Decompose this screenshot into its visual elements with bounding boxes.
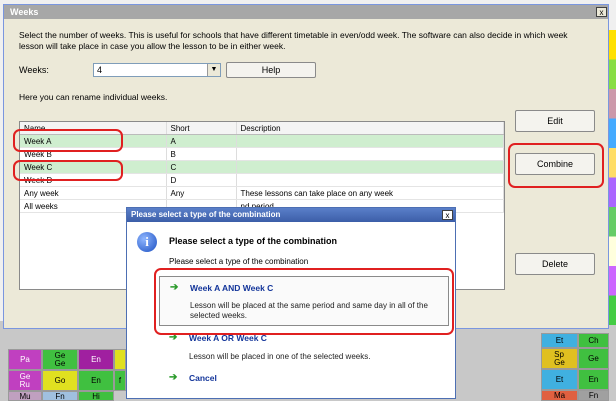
timetable-cell[interactable] xyxy=(114,349,126,370)
timetable-cell[interactable]: Sp Ge xyxy=(541,348,578,369)
option-cancel-title: Cancel xyxy=(189,373,217,383)
info-icon: i xyxy=(137,232,157,252)
timetable-cell[interactable]: Go xyxy=(42,370,78,391)
intro-text: Select the number of weeks. This is usef… xyxy=(19,30,568,51)
timetable-cell[interactable]: En xyxy=(578,369,609,390)
timetable-cell[interactable]: Fn xyxy=(578,390,609,401)
timetable-cell[interactable]: En xyxy=(78,349,114,370)
option-or-description: Lesson will be placed in one of the sele… xyxy=(189,352,371,361)
combination-subtext: Please select a type of the combination xyxy=(169,257,309,266)
annotation-week-c xyxy=(13,160,123,181)
timetable-cell[interactable]: Ge xyxy=(578,348,609,369)
timetable-cell[interactable]: Ge Ru xyxy=(8,370,42,391)
row-description xyxy=(236,160,504,174)
row-description xyxy=(236,134,504,148)
delete-button[interactable]: Delete xyxy=(515,253,595,275)
weeks-label: Weeks: xyxy=(19,65,49,75)
timetable-cell[interactable]: Et xyxy=(541,369,578,390)
timetable-cell[interactable]: Ch xyxy=(578,333,609,348)
option-cancel[interactable]: ➔ Cancel xyxy=(159,372,449,388)
annotation-week-a xyxy=(13,129,123,152)
rename-hint: Here you can rename individual weeks. xyxy=(19,92,168,102)
close-icon[interactable]: x xyxy=(596,7,607,17)
combination-dialog-titlebar: Please select a type of the combination xyxy=(127,208,455,222)
row-name: Any week xyxy=(20,186,167,200)
timetable-cell[interactable]: Ge Ge xyxy=(42,349,78,370)
option-or[interactable]: ➔ Week A OR Week C Lesson will be placed… xyxy=(159,332,449,366)
column-header-description[interactable]: Description xyxy=(236,122,504,135)
timetable-cell[interactable]: Ma xyxy=(541,390,578,401)
row-description xyxy=(236,173,504,187)
table-row[interactable]: Any week Any These lessons can take plac… xyxy=(20,186,504,200)
arrow-right-icon: ➔ xyxy=(169,372,178,383)
row-short: C xyxy=(166,160,237,174)
combination-dialog-title: Please select a type of the combination xyxy=(131,210,281,219)
timetable-cell[interactable]: Fn xyxy=(42,391,78,401)
row-short: B xyxy=(166,147,237,161)
timetable-cell[interactable]: En xyxy=(78,370,114,391)
timetable-edge-strip xyxy=(609,30,616,325)
timetable-cell[interactable]: Pa xyxy=(8,349,42,370)
weeks-dialog-title: Weeks xyxy=(10,7,39,17)
row-description xyxy=(236,147,504,161)
help-button[interactable]: Help xyxy=(226,62,316,78)
timetable-cell[interactable]: Mu xyxy=(8,391,42,401)
row-short: Any xyxy=(166,186,237,200)
chevron-down-icon[interactable]: ▼ xyxy=(207,64,220,76)
row-short: D xyxy=(166,173,237,187)
row-description: These lessons can take place on any week xyxy=(236,186,504,200)
timetable-cell[interactable]: Hi xyxy=(78,391,114,401)
annotation-combine xyxy=(508,143,604,188)
weeks-select-value: 4 xyxy=(97,65,103,75)
column-header-short[interactable]: Short xyxy=(166,122,237,135)
weeks-dialog-titlebar: Weeks xyxy=(4,5,608,19)
row-short: A xyxy=(166,134,237,148)
weeks-select[interactable]: 4 ▼ xyxy=(93,63,221,77)
timetable-cell[interactable]: Et xyxy=(541,333,578,348)
annotation-option-and xyxy=(154,268,454,335)
timetable-cell[interactable]: f xyxy=(114,370,126,391)
edit-button[interactable]: Edit xyxy=(515,110,595,132)
close-icon[interactable]: x xyxy=(442,210,453,220)
combination-heading: Please select a type of the combination xyxy=(169,236,338,246)
